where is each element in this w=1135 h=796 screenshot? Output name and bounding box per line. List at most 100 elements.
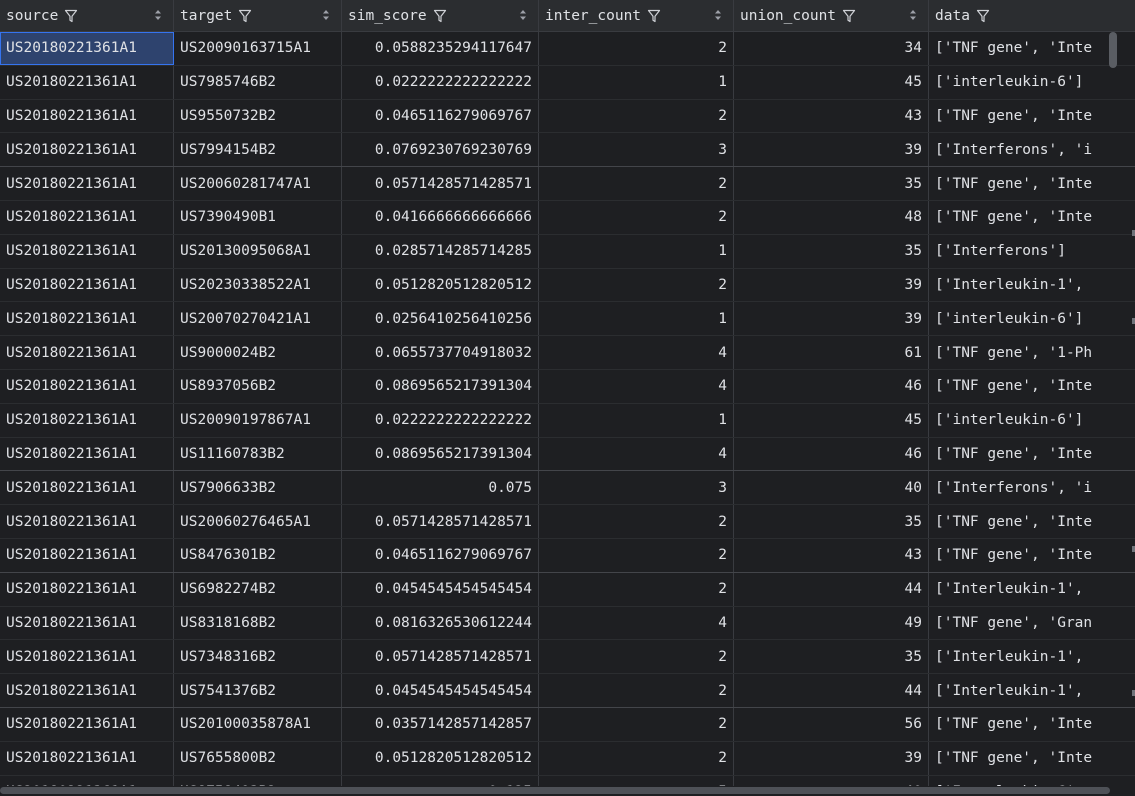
cell-target[interactable]: US7390490B1 — [174, 200, 342, 234]
cell-union-count[interactable]: 45 — [734, 65, 929, 99]
cell-inter-count[interactable]: 2 — [539, 640, 734, 674]
cell-data[interactable]: ['Interleukin-1', — [929, 640, 1135, 673]
table-row[interactable]: US20180221361A1 US20090197867A1 0.02222222… — [0, 403, 1135, 438]
table-row[interactable]: US20180221361A1 US20130095068A1 0.02857142… — [0, 234, 1135, 269]
cell-inter-count[interactable]: 1 — [539, 403, 734, 437]
sort-icon[interactable] — [321, 8, 331, 22]
cell-sim-score[interactable]: 0.0869565217391304 — [342, 437, 539, 471]
cell-inter-count[interactable]: 2 — [539, 538, 734, 572]
cell-union-count[interactable]: 46 — [734, 369, 929, 403]
cell-source[interactable]: US20180221361A1 — [0, 234, 174, 268]
sort-icon[interactable] — [908, 8, 918, 22]
cell-sim-score[interactable]: 0.075 — [342, 471, 539, 505]
table-row[interactable]: US20180221361A1 US7348316B2 0.057142857142… — [0, 640, 1135, 675]
table-row[interactable]: US20180221361A1 US20100035878A1 0.03571428… — [0, 707, 1135, 742]
cell-union-count[interactable]: 46 — [734, 437, 929, 471]
cell-union-count[interactable]: 39 — [734, 302, 929, 336]
cell-data[interactable]: ['TNF gene', 'Inte — [929, 100, 1135, 133]
cell-union-count[interactable]: 49 — [734, 606, 929, 640]
filter-icon[interactable] — [976, 9, 990, 23]
column-header-target[interactable]: target — [174, 0, 342, 31]
cell-source[interactable]: US20180221361A1 — [0, 505, 174, 538]
table-row[interactable]: US20180221361A1 US20230338522A1 0.05128205… — [0, 268, 1135, 303]
sort-icon[interactable] — [153, 8, 163, 22]
cell-sim-score[interactable]: 0.0655737704918032 — [342, 336, 539, 369]
cell-data[interactable]: ['TNF gene', '1-Ph — [929, 336, 1135, 369]
table-row[interactable]: US20180221361A1 US6982274B2 0.045454545454… — [0, 572, 1135, 607]
cell-union-count[interactable]: 48 — [734, 200, 929, 234]
cell-inter-count[interactable]: 4 — [539, 437, 734, 471]
cell-union-count[interactable]: 35 — [734, 167, 929, 200]
cell-source[interactable]: US20180221361A1 — [0, 640, 174, 674]
cell-target[interactable]: US9000024B2 — [174, 336, 342, 369]
cell-target[interactable]: US8476301B2 — [174, 538, 342, 572]
cell-sim-score[interactable]: 0.0465116279069767 — [342, 538, 539, 572]
cell-inter-count[interactable]: 2 — [539, 707, 734, 741]
cell-source[interactable]: US20180221361A1 — [0, 369, 174, 403]
cell-target[interactable]: US20100035878A1 — [174, 707, 342, 741]
cell-data[interactable]: ['interleukin-6'] — [929, 404, 1135, 437]
cell-data[interactable]: ['Interferons', 'i — [929, 133, 1135, 166]
table-row[interactable]: US20180221361A1 US20070270421A1 0.02564102… — [0, 302, 1135, 337]
cell-union-count[interactable]: 56 — [734, 707, 929, 741]
cell-source[interactable]: US20180221361A1 — [0, 437, 174, 471]
cell-inter-count[interactable]: 2 — [539, 99, 734, 133]
cell-data[interactable]: ['TNF gene', 'Gran — [929, 607, 1135, 640]
table-row[interactable]: US20180221361A1 US11160783B2 0.08695652173… — [0, 437, 1135, 472]
horizontal-scrollbar-track[interactable] — [0, 786, 1135, 796]
column-header-sim-score[interactable]: sim_score — [342, 0, 539, 31]
cell-sim-score[interactable]: 0.0454545454545454 — [342, 572, 539, 606]
data-grid[interactable]: source target sim_score inter_count union_co… — [0, 0, 1135, 796]
cell-sim-score[interactable]: 0.0357142857142857 — [342, 707, 539, 741]
cell-inter-count[interactable]: 3 — [539, 133, 734, 167]
table-row[interactable]: US20180221361A1 US9550732B2 0.046511627906… — [0, 99, 1135, 134]
cell-target[interactable]: US7906633B2 — [174, 471, 342, 505]
table-row[interactable]: US20180221361A1 US20060276465A1 0.05714285… — [0, 505, 1135, 539]
cell-data[interactable]: ['TNF gene', 'Inte — [929, 167, 1135, 200]
cell-union-count[interactable]: 35 — [734, 505, 929, 538]
cell-sim-score[interactable]: 0.0588235294117647 — [342, 32, 539, 65]
cell-inter-count[interactable]: 1 — [539, 302, 734, 336]
cell-union-count[interactable]: 44 — [734, 572, 929, 606]
cell-target[interactable]: US7541376B2 — [174, 674, 342, 707]
cell-sim-score[interactable]: 0.0571428571428571 — [342, 505, 539, 538]
column-header-source[interactable]: source — [0, 0, 174, 31]
table-row[interactable]: US20180221361A1 US20060281747A1 0.05714285… — [0, 167, 1135, 201]
cell-union-count[interactable]: 39 — [734, 741, 929, 775]
table-row[interactable]: US20180221361A1 US9000024B2 0.065573770491… — [0, 336, 1135, 370]
filter-icon[interactable] — [647, 9, 661, 23]
table-row[interactable]: US20180221361A1 US7906633B2 0.075 3 40 ['Inte… — [0, 471, 1135, 506]
cell-data[interactable]: ['TNF gene', 'Inte — [929, 438, 1135, 471]
cell-source[interactable]: US20180221361A1 — [0, 99, 174, 133]
cell-sim-score[interactable]: 0.0869565217391304 — [342, 369, 539, 403]
cell-data[interactable]: ['TNF gene', 'Inte — [929, 742, 1135, 775]
cell-target[interactable]: US20070270421A1 — [174, 302, 342, 336]
cell-target[interactable]: US7655800B2 — [174, 741, 342, 775]
cell-sim-score[interactable]: 0.0222222222222222 — [342, 65, 539, 99]
cell-sim-score[interactable]: 0.0256410256410256 — [342, 302, 539, 336]
cell-inter-count[interactable]: 2 — [539, 32, 734, 65]
cell-source[interactable]: US20180221361A1 — [0, 572, 174, 606]
cell-inter-count[interactable]: 3 — [539, 471, 734, 505]
cell-union-count[interactable]: 39 — [734, 268, 929, 302]
cell-source[interactable]: US20180221361A1 — [0, 471, 174, 505]
table-row[interactable]: US20180221361A1 US7541376B2 0.045454545454… — [0, 674, 1135, 708]
column-header-inter-count[interactable]: inter_count — [539, 0, 734, 31]
cell-target[interactable]: US20060281747A1 — [174, 167, 342, 200]
cell-data[interactable]: ['TNF gene', 'Inte — [929, 539, 1135, 572]
cell-data[interactable]: ['Interferons', 'i — [929, 471, 1135, 504]
cell-data[interactable]: ['interleukin-6'] — [929, 66, 1135, 99]
cell-inter-count[interactable]: 2 — [539, 268, 734, 302]
cell-source[interactable]: US20180221361A1 — [0, 200, 174, 234]
filter-icon[interactable] — [238, 9, 252, 23]
table-row[interactable]: US20180221361A1 US7994154B2 0.076923076923… — [0, 133, 1135, 168]
cell-sim-score[interactable]: 0.0571428571428571 — [342, 640, 539, 674]
cell-target[interactable]: US20130095068A1 — [174, 234, 342, 268]
cell-union-count[interactable]: 43 — [734, 99, 929, 133]
cell-target[interactable]: US20090163715A1 — [174, 32, 342, 65]
cell-inter-count[interactable]: 2 — [539, 200, 734, 234]
cell-source[interactable]: US20180221361A1 — [0, 707, 174, 741]
cell-union-count[interactable]: 34 — [734, 32, 929, 65]
cell-target[interactable]: US11160783B2 — [174, 437, 342, 471]
cell-target[interactable]: US20090197867A1 — [174, 403, 342, 437]
